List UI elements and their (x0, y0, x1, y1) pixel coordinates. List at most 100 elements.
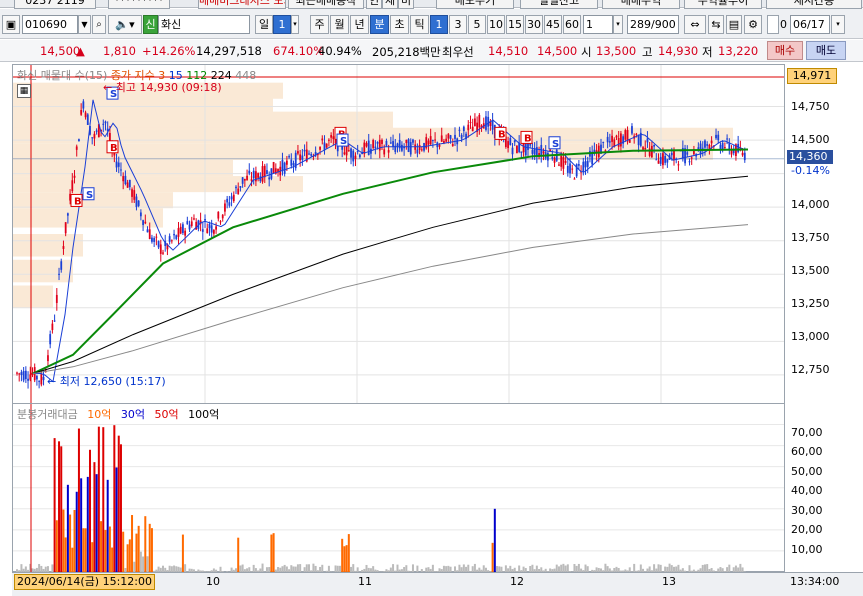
sound-icon[interactable]: 🔈▾ (108, 15, 142, 34)
candle-body (586, 160, 589, 167)
price-chart[interactable]: BSSBBSBBS 화신 매물대 수(15) 종가 지수 3 15 112 22… (12, 64, 785, 404)
volume-bar (343, 546, 346, 572)
candle-body (20, 372, 23, 375)
candle-body (584, 161, 587, 168)
period-week-button[interactable]: 주 (310, 15, 329, 34)
tab-top-10[interactable]: 재시간동 (766, 0, 862, 9)
save-icon[interactable]: ▤ (726, 15, 742, 34)
period-month-button[interactable]: 월 (330, 15, 349, 34)
period-second-button[interactable]: 초 (390, 15, 409, 34)
tab-top-9[interactable]: 수익률부이 (684, 0, 762, 9)
sell-button[interactable]: 매도 (806, 41, 846, 60)
candle-body (562, 156, 565, 169)
stock-name-field[interactable]: 화신 (158, 15, 250, 34)
period-day-button[interactable]: 일 (255, 15, 273, 34)
time-field[interactable]: 0237 2119 (14, 0, 96, 9)
minute-custom-input[interactable]: 1 (583, 15, 613, 34)
gear-icon[interactable]: ⚙ (744, 15, 762, 34)
stock-code-input[interactable]: 010690 (22, 15, 78, 34)
time-axis: 2024/06/14(금) 15:12:00 10 11 12 13 13:34… (12, 572, 863, 596)
period-tick-button[interactable]: 틱 (410, 15, 429, 34)
period-num-field[interactable]: 1 (273, 15, 291, 34)
candle-body (509, 138, 512, 145)
candle-body (392, 141, 394, 147)
candle-body (564, 160, 567, 163)
volume-value: 14,297,518 (196, 44, 262, 58)
candle-body (243, 178, 246, 181)
candle-body (299, 154, 302, 161)
volume-bar (69, 514, 72, 572)
layout-icon[interactable]: ▣ (2, 15, 20, 34)
candle-body (190, 221, 193, 226)
minute-3-button[interactable]: 3 (449, 15, 467, 34)
volume-bar (739, 563, 742, 572)
minute-30-button[interactable]: 30 (525, 15, 543, 34)
code-dropdown-chevron-icon[interactable]: ▼ (78, 15, 91, 34)
best-bid: 14,500 (537, 44, 578, 58)
minute-60-button[interactable]: 60 (563, 15, 581, 34)
candle-body (168, 236, 171, 242)
candle-body (272, 162, 275, 174)
tab-top-6[interactable]: 매도주기 (436, 0, 514, 9)
candle-body (53, 320, 56, 322)
period-minute-button[interactable]: 분 (370, 15, 389, 34)
candle-body (75, 146, 78, 150)
y-tick-14500: 14,500 (791, 133, 830, 146)
candle-body (445, 138, 448, 142)
volume-chart[interactable]: 분봉거래대금 10억 30억 50억 100억 (12, 404, 785, 572)
minute-10-button[interactable]: 10 (487, 15, 505, 34)
period-year-button[interactable]: 년 (350, 15, 369, 34)
volume-bar (668, 563, 671, 572)
expand-arrows-icon[interactable]: ⇔ (684, 15, 706, 34)
minute-45-button[interactable]: 45 (544, 15, 562, 34)
candle-body (653, 144, 655, 147)
quote-row: 14,500 ▲ 1,810 +14.26% 14,297,518 674.10… (0, 40, 863, 62)
candle-body (611, 135, 613, 142)
contract-arrows-icon[interactable]: ⇆ (708, 15, 724, 34)
candle-body (208, 224, 211, 229)
range-input[interactable]: 289/900 (627, 15, 679, 34)
buy-button[interactable]: 매수 (767, 41, 803, 60)
volume-bar (66, 484, 69, 572)
volume-bar (111, 547, 114, 572)
date-input[interactable]: 06/17 (790, 15, 830, 34)
tab-top-5[interactable]: 미 (398, 0, 414, 9)
search-icon[interactable]: ⌕ (92, 15, 106, 34)
tab-top-4[interactable]: 재 (382, 0, 398, 9)
candle-body (201, 229, 204, 232)
minute-5-button[interactable]: 5 (468, 15, 486, 34)
candle-body (688, 161, 691, 163)
candle-body (301, 155, 304, 160)
tab-top-3[interactable]: 인 (366, 0, 382, 9)
x-time-label: 13:34:00 (790, 575, 840, 588)
volume-bar (146, 556, 149, 572)
minute-15-button[interactable]: 15 (506, 15, 524, 34)
minute-1-button[interactable]: 1 (430, 15, 448, 34)
volume-bar (312, 563, 315, 572)
candle-body (358, 154, 361, 158)
date-checkbox[interactable] (767, 15, 779, 34)
candle-body (547, 152, 549, 161)
tab-top-1[interactable]: 매매비크레지스 도희 (198, 0, 286, 9)
grid-icon[interactable]: ▦ (17, 84, 31, 98)
top-toolbar-partial: 0237 2119 ********* 매매비크레지스 도희 최근매매동작 인 … (0, 0, 863, 9)
candle-body (513, 140, 516, 143)
tab-top-8[interactable]: 매매수익 (602, 0, 680, 9)
cursor-time-label: 2024/06/14(금) 15:12:00 (14, 574, 156, 590)
volume-bar (91, 542, 94, 572)
tab-top-7[interactable]: 일별잔고 (520, 0, 598, 9)
candle-body (179, 226, 182, 234)
tab-top-2[interactable]: 최근매매동작 (288, 0, 364, 9)
date-dropdown-chevron-icon[interactable]: ▾ (831, 15, 845, 34)
masked-field[interactable]: ********* (108, 0, 170, 9)
minute-dropdown-chevron-icon[interactable]: ▾ (613, 15, 623, 34)
candle-body (133, 190, 136, 200)
candle-body (297, 151, 299, 154)
candle-body (491, 120, 494, 130)
candle-body (148, 229, 151, 240)
candle-body (447, 133, 450, 139)
volume-bar (58, 441, 61, 572)
candle-body (42, 376, 45, 381)
period-dropdown-chevron-icon[interactable]: ▾ (291, 15, 299, 34)
trade-marker-label: B (74, 196, 82, 207)
